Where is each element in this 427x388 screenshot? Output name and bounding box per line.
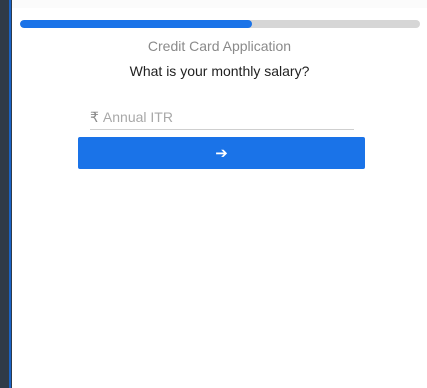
next-button[interactable]: ➔ <box>78 137 365 169</box>
progress-bar <box>20 20 420 28</box>
application-card: Credit Card Application What is your mon… <box>12 8 427 388</box>
rupee-icon: ₹ <box>90 108 99 125</box>
arrow-right-icon: ➔ <box>215 144 228 162</box>
salary-field[interactable]: ₹ <box>90 105 354 130</box>
window-edge-accent <box>9 0 11 388</box>
page-frame: Credit Card Application What is your mon… <box>0 0 427 388</box>
progress-bar-fill <box>20 20 252 28</box>
page-title: Credit Card Application <box>147 38 292 54</box>
salary-input[interactable] <box>102 109 333 125</box>
question-text: What is your monthly salary? <box>129 63 310 79</box>
